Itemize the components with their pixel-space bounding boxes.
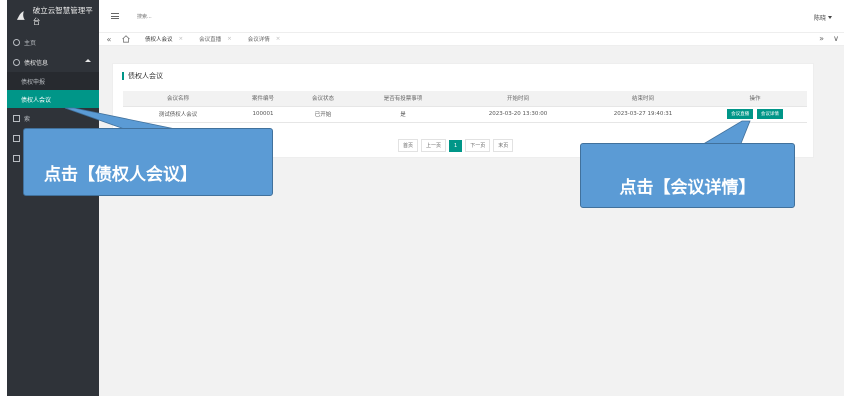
document-icon: [13, 134, 20, 142]
app-title: 破立云智慧管理平台: [32, 6, 93, 26]
sidebar-item-claim-filing[interactable]: 债权申报: [7, 72, 99, 90]
chevron-up-icon: [85, 59, 91, 62]
tab-bar: « 债权人会议 × 会议直播 × 会议详情 × » ∨: [99, 33, 844, 46]
tab-label: 会议详情: [247, 37, 270, 43]
sidebar: 破立云智慧管理平台 主页 债权信息 债权申报 债权人会议 索 资 系: [7, 0, 99, 396]
column-header: 是否有投票事项: [353, 91, 453, 107]
callout-click-creditor-meeting: 点击【债权人会议】: [23, 128, 273, 196]
meeting-detail-button[interactable]: 会议详情: [756, 109, 783, 119]
tab-scroll-left-icon[interactable]: «: [103, 35, 115, 44]
tab-scroll-right-icon[interactable]: »: [819, 34, 824, 43]
home-icon: [13, 38, 20, 46]
column-header: 会议名称: [123, 91, 233, 107]
page-first-button[interactable]: 首页: [398, 139, 419, 152]
cell-case-no: 100001: [233, 106, 293, 123]
pagination: 首页 上一页 1 下一页 末页: [398, 139, 514, 152]
gear-icon: [13, 58, 20, 66]
close-icon[interactable]: ×: [276, 36, 281, 42]
user-name: 陈晓: [813, 15, 826, 22]
close-icon[interactable]: ×: [179, 36, 184, 42]
sidebar-item-claim-filing-label: 债权申报: [21, 78, 46, 86]
settings-icon: [13, 154, 20, 162]
cell-has-vote: 是: [353, 106, 453, 123]
tab-meeting-detail[interactable]: 会议详情 ×: [240, 33, 289, 46]
page-current[interactable]: 1: [449, 139, 463, 152]
sidebar-item-collapsed-1-label: 索: [24, 115, 31, 123]
callout-click-meeting-detail: 点击【会议详情】: [580, 143, 795, 208]
column-header: 案件编号: [233, 91, 293, 107]
logo-icon: [16, 11, 25, 20]
sidebar-group-claims-label: 债权信息: [24, 59, 49, 67]
section-title: 债权人会议: [122, 72, 163, 80]
page: 破立云智慧管理平台 主页 债权信息 债权申报 债权人会议 索 资 系: [0, 0, 844, 403]
topbar: 陈晓: [99, 0, 844, 33]
sidebar-item-home[interactable]: 主页: [7, 32, 99, 52]
sidebar-item-home-label: 主页: [24, 39, 37, 47]
menu-toggle-icon[interactable]: [111, 13, 119, 19]
page-next-button[interactable]: 下一页: [465, 139, 491, 152]
page-last-button[interactable]: 末页: [493, 139, 514, 152]
brand: 破立云智慧管理平台: [7, 0, 99, 32]
tab-label: 会议直播: [199, 37, 222, 43]
column-header: 操作: [703, 91, 807, 107]
user-menu[interactable]: 陈晓: [814, 13, 832, 22]
column-header: 会议状态: [293, 91, 353, 107]
sidebar-group-claims[interactable]: 债权信息: [7, 52, 99, 72]
tab-creditor-meeting[interactable]: 债权人会议 ×: [137, 33, 191, 46]
folder-icon: [13, 114, 20, 122]
tab-more-icon[interactable]: ∨: [833, 34, 839, 43]
callout-right-text: 点击【会议详情】: [619, 178, 756, 198]
callout-left-text: 点击【债权人会议】: [44, 164, 197, 185]
tab-label: 债权人会议: [145, 37, 173, 43]
home-tab-icon[interactable]: [121, 34, 131, 44]
cell-status: 已开始: [293, 106, 353, 123]
chevron-down-icon: [828, 16, 832, 19]
page-prev-button[interactable]: 上一页: [421, 139, 447, 152]
close-icon[interactable]: ×: [227, 36, 232, 42]
column-header: 开始时间: [453, 91, 583, 107]
sidebar-item-creditor-meeting-label: 债权人会议: [21, 96, 52, 104]
search-input[interactable]: [137, 12, 217, 22]
table-header-row: 会议名称 案件编号 会议状态 是否有投票事项 开始时间 结束时间 操作: [123, 91, 807, 107]
main-content: 债权人会议 会议名称 案件编号 会议状态 是否有投票事项 开始时间 结束时间 操…: [99, 46, 844, 396]
tab-meeting-live[interactable]: 会议直播 ×: [191, 33, 240, 46]
column-header: 结束时间: [583, 91, 703, 107]
cell-start-time: 2023-03-20 13:30:00: [453, 106, 583, 123]
